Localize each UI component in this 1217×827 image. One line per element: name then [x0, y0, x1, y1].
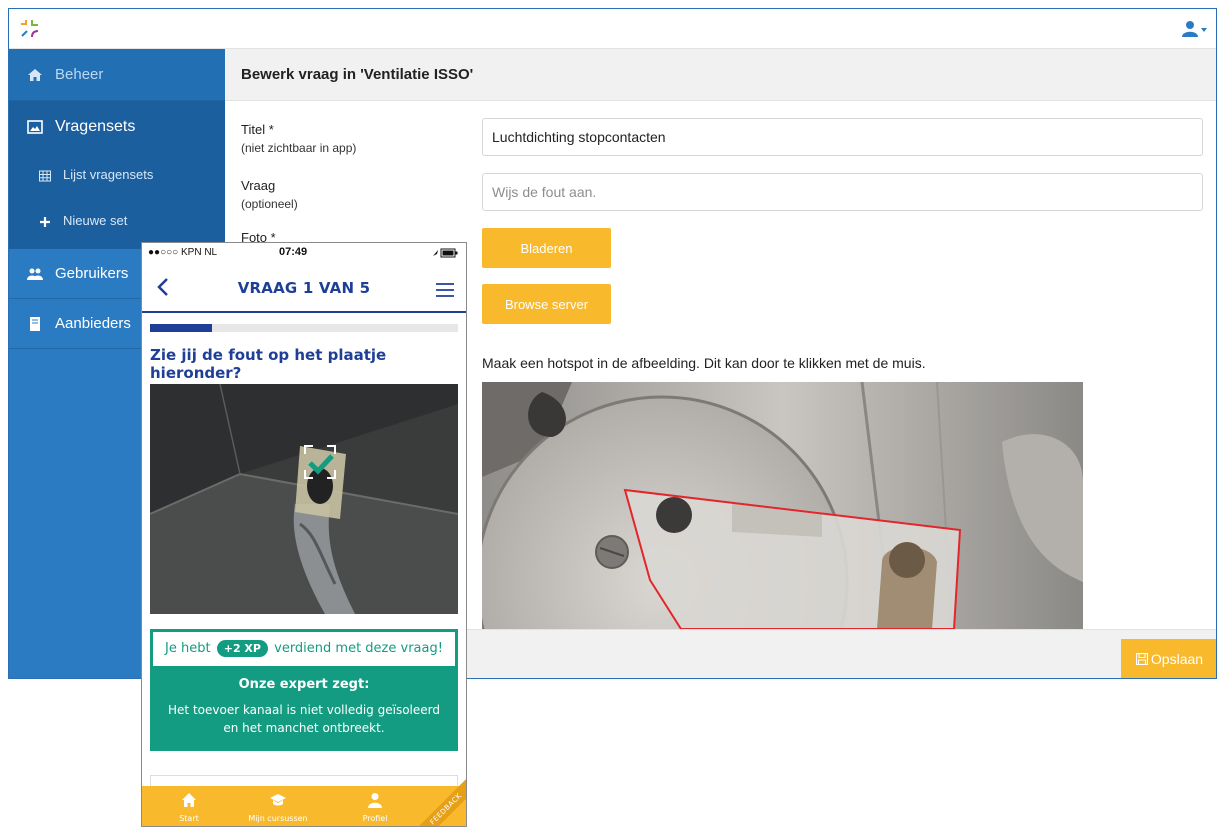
hotspot-image-canvas[interactable]: [482, 382, 1083, 629]
question-progress-bar: [150, 324, 458, 332]
top-bar: [9, 9, 1216, 49]
question-progress-fill: [150, 324, 212, 332]
sidebar-item-label: Vragensets: [55, 118, 136, 135]
titel-hint: (niet zichtbaar in app): [241, 141, 357, 155]
vraag-input[interactable]: [482, 173, 1203, 211]
sidebar-item-nieuwe-set[interactable]: Nieuwe set: [9, 199, 225, 245]
vraag-label-text: Vraag: [241, 178, 276, 193]
tab-start[interactable]: Start: [144, 786, 234, 826]
sidebar-item-label: Beheer: [55, 66, 104, 83]
question-text: Zie jij de fout op het plaatje hieronder…: [150, 346, 387, 382]
home-icon: [28, 69, 42, 81]
user-icon: [368, 793, 382, 808]
clock-text: 07:49: [279, 246, 308, 258]
user-menu-icon[interactable]: [1182, 21, 1208, 37]
earned-text-after: verdiend met deze vraag!: [274, 641, 443, 656]
sidebar-item-lijst-vragensets[interactable]: Lijst vragensets: [9, 153, 225, 199]
sidebar-item-label: Aanbieders: [55, 315, 131, 332]
page-title: Bewerk vraag in 'Ventilatie ISSO': [241, 66, 474, 83]
tab-profiel[interactable]: Profiel: [330, 786, 420, 826]
phone-nav-title: VRAAG 1 VAN 5: [237, 279, 371, 297]
tab-label: Start: [179, 814, 199, 823]
save-button[interactable]: Opslaan: [1121, 639, 1216, 678]
hamburger-menu-icon[interactable]: [436, 283, 454, 297]
question-photo[interactable]: [150, 384, 458, 614]
status-bar: ●●○○○ KPN NL 07:49: [142, 243, 466, 263]
page-header: Bewerk vraag in 'Ventilatie ISSO': [225, 49, 1216, 101]
logo: [21, 20, 39, 38]
browse-server-button[interactable]: Browse server: [482, 284, 611, 324]
book-icon: [30, 317, 40, 331]
xp-badge: +2 XP: [216, 640, 268, 657]
home-icon: [182, 793, 196, 807]
graduation-cap-icon: [270, 794, 286, 806]
vraag-label: Vraag (optioneel): [241, 177, 298, 213]
expert-heading: Onze expert zegt:: [238, 677, 370, 692]
titel-input[interactable]: [482, 118, 1203, 156]
browse-button[interactable]: Bladeren: [482, 228, 611, 268]
carrier-text: ●●○○○ KPN NL: [148, 247, 218, 258]
tab-mijn-cursussen[interactable]: Mijn cursussen: [233, 786, 323, 826]
feedback-box: Je hebt +2 XP verdiend met deze vraag! O…: [150, 629, 458, 751]
tab-label: Profiel: [362, 814, 388, 823]
vraag-hint: (optioneel): [241, 197, 298, 211]
users-icon: [27, 268, 43, 280]
sidebar-item-label: Nieuwe set: [63, 213, 128, 228]
plus-icon: [40, 217, 50, 227]
sidebar-item-label: Gebruikers: [55, 265, 129, 282]
phone-preview: ●●○○○ KPN NL 07:49 VRAAG 1 VAN 5 Zie jij…: [141, 242, 467, 827]
earned-text-before: Je hebt: [165, 641, 211, 656]
save-icon: [1135, 653, 1148, 665]
phone-tab-bar: Start Mijn cursussen Profiel FEEDBACK: [142, 768, 466, 826]
sidebar-item-vragensets[interactable]: Vragensets: [9, 101, 225, 153]
titel-label: Titel * (niet zichtbaar in app): [241, 121, 356, 157]
save-label: Opslaan: [1150, 651, 1204, 667]
table-icon: [39, 170, 51, 182]
hotspot-instruction: Maak een hotspot in de afbeelding. Dit k…: [482, 355, 926, 371]
expert-text: Het toevoer kanaal is niet volledig geïs…: [168, 703, 440, 735]
sidebar-item-label: Lijst vragensets: [63, 167, 154, 182]
sidebar-group-vragensets: Vragensets Lijst vragensets Nieuwe set: [9, 101, 225, 249]
battery-icon: [433, 248, 458, 258]
phone-nav-bar: VRAAG 1 VAN 5: [142, 263, 466, 313]
xp-earned-banner: Je hebt +2 XP verdiend met deze vraag!: [153, 632, 455, 666]
sidebar-item-beheer[interactable]: Beheer: [9, 49, 225, 101]
titel-label-text: Titel *: [241, 122, 274, 137]
tab-label: Mijn cursussen: [248, 814, 308, 823]
image-icon: [27, 120, 43, 134]
